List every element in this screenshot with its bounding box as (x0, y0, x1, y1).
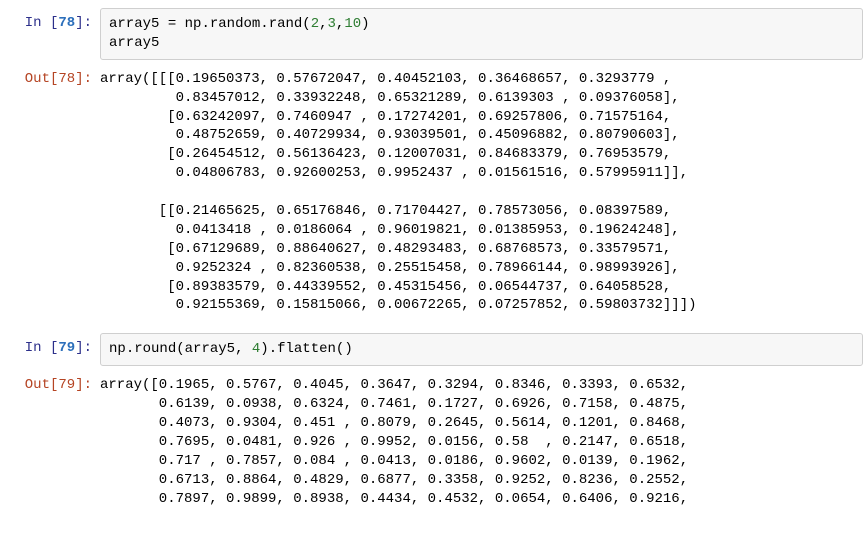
code-token: . (260, 16, 268, 32)
out-number: 78 (58, 71, 75, 87)
code-token: 10 (344, 16, 361, 32)
cell-spacer (0, 325, 863, 333)
output-text-79: array([0.1965, 0.5767, 0.4045, 0.3647, 0… (100, 370, 863, 514)
in-close: ]: (75, 15, 92, 31)
code-token: np (109, 341, 126, 357)
code-token: rand (269, 16, 303, 32)
in-close: ]: (75, 340, 92, 356)
output-cell-78: Out[78]: array([[[0.19650373, 0.57672047… (0, 64, 863, 322)
code-token: 2 (311, 16, 319, 32)
code-token: random (210, 16, 260, 32)
code-input-79[interactable]: np.round(array5, 4).flatten() (100, 333, 863, 366)
out-close: ]: (75, 377, 92, 393)
code-token: array5 (185, 341, 235, 357)
out-label: Out[ (25, 377, 59, 393)
code-token: 3 (328, 16, 336, 32)
code-token: ( (176, 341, 184, 357)
code-token: , (235, 341, 252, 357)
code-token: . (269, 341, 277, 357)
code-token: flatten (277, 341, 336, 357)
code-token: np (185, 16, 202, 32)
code-token: array5 (109, 16, 159, 32)
out-number: 79 (58, 377, 75, 393)
input-prompt-78: In [78]: (0, 8, 100, 33)
code-token: round (134, 341, 176, 357)
in-number: 79 (58, 340, 75, 356)
code-token: = (159, 16, 184, 32)
code-token: ) (361, 16, 369, 32)
in-label: In [ (25, 15, 59, 31)
code-token: ( (302, 16, 310, 32)
input-prompt-79: In [79]: (0, 333, 100, 358)
output-prompt-78: Out[78]: (0, 64, 100, 89)
code-token: ) (260, 341, 268, 357)
code-token: ) (344, 341, 352, 357)
output-cell-79: Out[79]: array([0.1965, 0.5767, 0.4045, … (0, 370, 863, 514)
code-token: . (201, 16, 209, 32)
output-prompt-79: Out[79]: (0, 370, 100, 395)
code-cell-79: In [79]: np.round(array5, 4).flatten() (0, 333, 863, 366)
code-token: array5 (109, 35, 159, 51)
jupyter-notebook-fragment: In [78]: array5 = np.random.rand(2,3,10)… (0, 0, 863, 545)
output-text-78: array([[[0.19650373, 0.57672047, 0.40452… (100, 64, 863, 322)
code-input-78[interactable]: array5 = np.random.rand(2,3,10) array5 (100, 8, 863, 60)
in-label: In [ (25, 340, 59, 356)
in-number: 78 (58, 15, 75, 31)
out-label: Out[ (25, 71, 59, 87)
code-cell-78: In [78]: array5 = np.random.rand(2,3,10)… (0, 8, 863, 60)
code-token: , (319, 16, 327, 32)
out-close: ]: (75, 71, 92, 87)
code-token: . (126, 341, 134, 357)
